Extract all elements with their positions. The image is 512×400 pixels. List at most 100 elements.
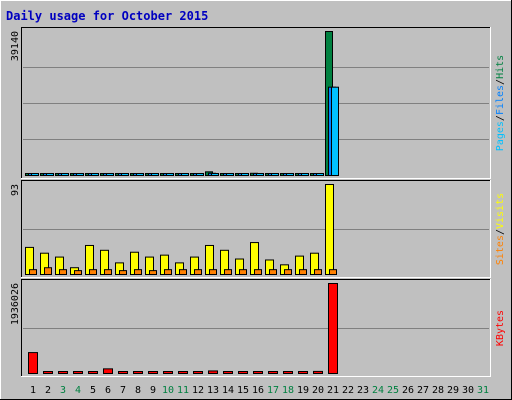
bar-kbytes-day-19 [298,371,308,374]
bar-sites-day-21 [329,269,337,275]
bar-pages-day-6 [106,173,114,176]
x-tick-label-day-14: 14 [222,385,234,396]
bar-pages-day-1 [31,173,39,176]
x-tick-label-day-2: 2 [45,385,51,396]
bar-pages-day-19 [301,173,309,176]
bar-kbytes-day-5 [88,371,98,374]
x-tick-label-day-9: 9 [150,385,156,396]
bar-pages-day-13 [211,173,219,176]
bar-sites-day-9 [149,270,157,275]
bar-pages-day-5 [91,173,99,176]
panel-kbytes-legend: KBytes [495,310,506,346]
x-tick-label-day-23: 23 [357,385,369,396]
x-tick-label-day-17: 17 [267,385,279,396]
bar-sites-day-19 [299,269,307,275]
x-tick-label-day-16: 16 [252,385,264,396]
x-tick-label-day-11: 11 [177,385,189,396]
bar-sites-day-13 [209,269,217,275]
x-tick-label-day-25: 25 [387,385,399,396]
bar-kbytes-day-17 [268,371,278,374]
bar-sites-day-8 [134,269,142,275]
bar-pages-day-11 [181,173,189,176]
bar-sites-day-3 [59,269,67,275]
bar-sites-day-10 [164,269,172,275]
bar-pages-day-2 [46,173,54,176]
chart-title: Daily usage for October 2015 [6,9,208,23]
bar-kbytes-day-13 [208,370,218,374]
legend-pages: Pages [495,121,506,151]
bar-kbytes-day-10 [163,371,173,374]
bar-kbytes-day-12 [193,371,203,374]
x-tick-label-day-27: 27 [417,385,429,396]
x-tick-label-day-28: 28 [432,385,444,396]
bar-kbytes-day-3 [58,371,68,374]
bar-kbytes-day-4 [73,371,83,374]
x-tick-label-day-10: 10 [162,385,174,396]
x-tick-label-day-22: 22 [342,385,354,396]
legend-sites: Sites [495,235,506,265]
bar-sites-day-7 [119,270,127,275]
x-tick-label-day-13: 13 [207,385,219,396]
x-tick-label-day-24: 24 [372,385,384,396]
bar-pages-day-9 [151,173,159,176]
x-tick-label-day-6: 6 [105,385,111,396]
bar-sites-day-20 [314,269,322,275]
bar-sites-day-1 [29,269,37,275]
bar-pages-day-14 [226,173,234,176]
bar-sites-day-5 [89,269,97,275]
x-tick-label-day-3: 3 [60,385,66,396]
legend-files: Files [495,85,506,115]
bar-kbytes-day-14 [223,371,233,374]
bar-sites-day-17 [269,269,277,275]
panel-visits-legend: Sites/Visits [495,193,506,265]
x-tick-label-day-30: 30 [462,385,474,396]
x-tick-label-day-29: 29 [447,385,459,396]
bar-kbytes-day-11 [178,371,188,374]
bar-kbytes-day-18 [283,371,293,374]
panel-kbytes-ymax-label: 1936026 [10,283,21,325]
bar-kbytes-day-20 [313,370,323,374]
bar-pages-day-20 [316,173,324,176]
panel-visits-ymax-label: 93 [10,184,21,196]
bar-kbytes-day-7 [118,371,128,374]
x-tick-label-day-1: 1 [30,385,36,396]
panel-hits-legend: Pages/Files/Hits [495,55,506,151]
bar-sites-day-12 [194,269,202,275]
bar-kbytes-day-2 [43,371,53,374]
legend-hits: Hits [495,55,506,79]
bar-sites-day-16 [254,269,262,275]
bar-kbytes-day-16 [253,371,263,374]
bar-kbytes-day-21 [328,283,338,374]
bar-sites-day-18 [284,269,292,275]
bar-pages-day-8 [136,173,144,176]
x-tick-label-day-20: 20 [312,385,324,396]
x-tick-label-day-8: 8 [135,385,141,396]
x-tick-label-day-15: 15 [237,385,249,396]
x-tick-label-day-18: 18 [282,385,294,396]
x-tick-label-day-19: 19 [297,385,309,396]
x-tick-label-day-31: 31 [477,385,489,396]
bar-kbytes-day-6 [103,368,113,374]
bar-kbytes-day-1 [28,352,38,375]
usage-chart: Daily usage for October 2015 39140 Pages/F… [0,0,512,400]
bar-pages-day-15 [241,173,249,176]
bar-sites-day-15 [239,269,247,275]
bar-pages-day-7 [121,173,129,176]
legend-kbytes: KBytes [495,310,506,346]
bar-pages-day-10 [166,173,174,176]
bar-sites-day-11 [179,269,187,275]
bar-kbytes-day-9 [148,371,158,374]
bar-pages-day-16 [256,173,264,176]
bar-sites-day-4 [74,270,82,275]
bar-pages-day-12 [196,173,204,176]
x-tick-label-day-7: 7 [120,385,126,396]
legend-visits: Visits [495,193,506,229]
bar-kbytes-day-15 [238,371,248,374]
panel-hits-ymax-label: 39140 [10,31,21,61]
x-tick-label-day-21: 21 [327,385,339,396]
x-tick-label-day-26: 26 [402,385,414,396]
bar-sites-day-14 [224,269,232,275]
bar-sites-day-6 [104,269,112,275]
bar-pages-day-21 [331,86,339,176]
bar-pages-day-3 [61,173,69,176]
